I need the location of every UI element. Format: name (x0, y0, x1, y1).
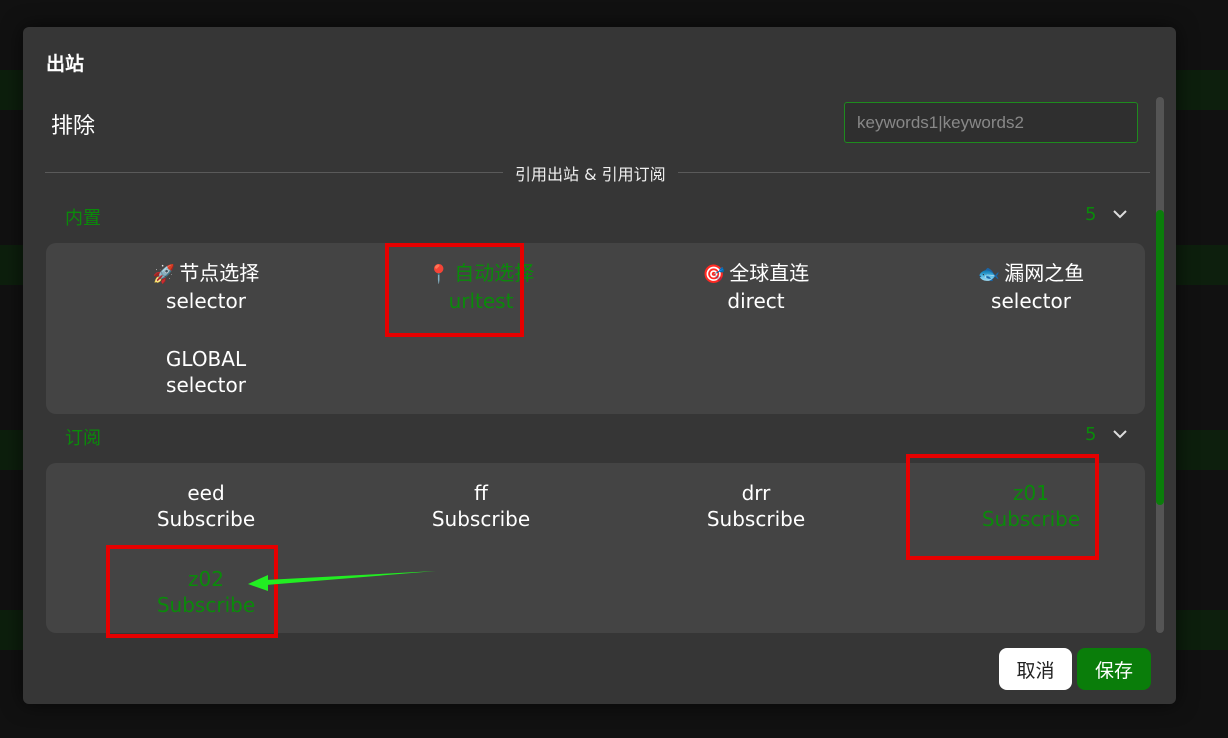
item-type: urltest (448, 289, 514, 313)
subscribe-card: eed Subscribe ff Subscribe drr Subscribe… (46, 463, 1145, 633)
item-type: Subscribe (156, 593, 256, 617)
subscribe-item-z01[interactable]: z01 Subscribe (894, 480, 1158, 532)
item-name: 漏网之鱼 (1004, 261, 1085, 285)
outbound-item-global[interactable]: GLOBAL selector (69, 346, 343, 398)
subscribe-item-eed[interactable]: eed Subscribe (69, 480, 343, 532)
outbound-item-global-direct[interactable]: 🎯 全球直连 direct (619, 260, 893, 314)
subscribe-section-title: 订阅 (65, 428, 101, 449)
item-type: direct (727, 289, 785, 313)
item-type: selector (991, 289, 1071, 313)
builtin-section-title: 内置 (65, 208, 101, 229)
item-type: selector (166, 373, 246, 397)
subscribe-item-z02[interactable]: z02 Subscribe (69, 566, 343, 618)
save-button[interactable]: 保存 (1077, 648, 1151, 690)
rocket-icon: 🚀 (152, 264, 176, 285)
item-type: Subscribe (706, 507, 806, 531)
outbound-item-auto-select[interactable]: 📍 自动选择 urltest (344, 260, 618, 314)
pin-icon: 📍 (427, 264, 451, 285)
item-name: z02 (188, 567, 224, 591)
chevron-down-icon[interactable] (1113, 209, 1127, 221)
builtin-card: 🚀 节点选择 selector 📍 自动选择 urltest 🎯 全球直连 direc… (46, 243, 1145, 414)
dialog-title: 出站 (46, 53, 85, 75)
fish-icon: 🐟 (977, 264, 1001, 285)
divider-label: 引用出站 & 引用订阅 (503, 161, 678, 185)
item-type: Subscribe (981, 507, 1081, 531)
item-type: selector (166, 289, 246, 313)
item-name: 节点选择 (179, 261, 260, 285)
outbound-item-final[interactable]: 🐟 漏网之鱼 selector (894, 260, 1158, 314)
exclude-keywords-input[interactable] (844, 102, 1138, 143)
item-name: 全球直连 (729, 261, 810, 285)
exclude-label: 排除 (51, 114, 96, 139)
builtin-count: 5 (1085, 204, 1097, 225)
scrollbar-thumb[interactable] (1156, 210, 1164, 505)
item-name: z01 (1013, 481, 1049, 505)
subscribe-item-drr[interactable]: drr Subscribe (619, 480, 893, 532)
item-name: ff (474, 481, 488, 505)
subscribe-count: 5 (1085, 424, 1097, 445)
chevron-down-icon[interactable] (1113, 429, 1127, 441)
outbound-dialog: 出站 排除 引用出站 & 引用订阅 内置 5 🚀节点选择 selector 📍自… (23, 27, 1176, 704)
item-type: Subscribe (156, 507, 256, 531)
subscribe-item-ff[interactable]: ff Subscribe (344, 480, 618, 532)
cancel-button[interactable]: 取消 (999, 648, 1072, 690)
item-name: eed (187, 481, 225, 505)
item-name: 自动选择 (454, 261, 535, 285)
target-icon: 🎯 (702, 264, 726, 285)
item-name: GLOBAL (165, 347, 247, 371)
item-type: Subscribe (431, 507, 531, 531)
outbound-item-node-select[interactable]: 🚀 节点选择 selector (69, 260, 343, 314)
dialog-body: 排除 引用出站 & 引用订阅 内置 5 🚀节点选择 selector 📍自动选择… (23, 97, 1158, 637)
item-name: drr (741, 481, 771, 505)
